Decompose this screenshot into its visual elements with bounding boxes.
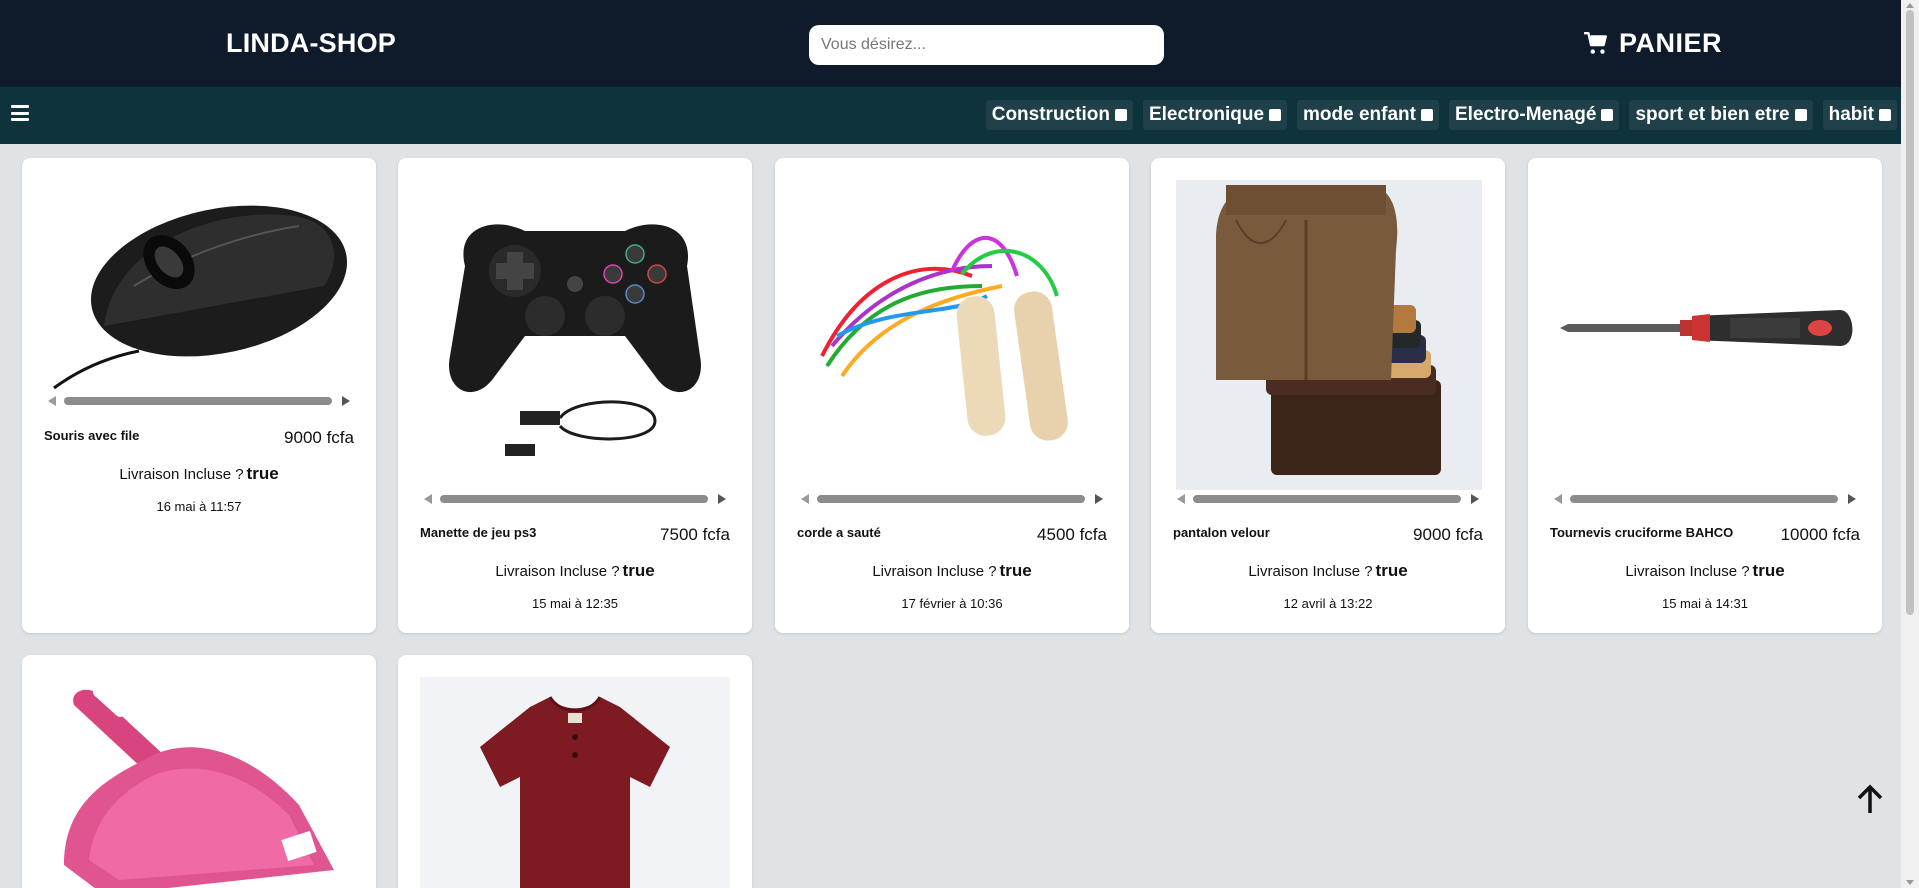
- category-electro-menage[interactable]: Electro-Menagé: [1448, 100, 1620, 130]
- corduroy-pants-image[interactable]: [1176, 180, 1482, 490]
- delivery-label: Livraison Incluse ?: [1625, 563, 1750, 580]
- product-price: 7500 fcfa: [660, 525, 730, 544]
- delivery-value: true: [246, 464, 279, 483]
- category-mode-enfant[interactable]: mode enfant: [1297, 100, 1439, 130]
- scroll-down-arrow[interactable]: [1906, 880, 1914, 885]
- scroll-to-top-button[interactable]: [1856, 783, 1884, 815]
- delivery-info: Livraison Incluse ? true: [1528, 561, 1882, 581]
- category-checkbox[interactable]: [1269, 109, 1282, 121]
- category-label: Construction: [991, 104, 1110, 125]
- image-scrollbar[interactable]: [48, 394, 350, 408]
- image-scrollbar[interactable]: [424, 492, 726, 506]
- category-checkbox[interactable]: [1879, 109, 1891, 121]
- product-card[interactable]: Tournevis cruciforme BAHCO 10000 fcfa Li…: [1528, 158, 1882, 633]
- mouse-image[interactable]: [44, 176, 354, 551]
- delivery-value: true: [999, 561, 1032, 580]
- product-price: 4500 fcfa: [1037, 525, 1107, 544]
- product-card[interactable]: [398, 655, 752, 888]
- page-scrollbar[interactable]: [1901, 0, 1919, 888]
- category-label: habit: [1828, 104, 1874, 125]
- category-electronique[interactable]: Electronique: [1142, 100, 1288, 130]
- product-date: 15 mai à 14:31: [1661, 596, 1748, 611]
- category-construction[interactable]: Construction: [985, 100, 1133, 130]
- jump-rope-image[interactable]: [797, 176, 1107, 476]
- image-scrollbar[interactable]: [1554, 492, 1856, 506]
- delivery-value: true: [1375, 561, 1408, 580]
- top-header: LINDA-SHOP PANIER: [0, 0, 1901, 87]
- category-habit[interactable]: habit: [1822, 100, 1897, 130]
- cart-icon: [1584, 31, 1607, 54]
- category-label: Electronique: [1148, 104, 1265, 125]
- category-checkbox[interactable]: [1794, 109, 1807, 121]
- category-bar: Construction Electronique mode enfant El…: [0, 87, 1901, 144]
- product-card[interactable]: corde a sauté 4500 fcfa Livraison Inclus…: [775, 158, 1129, 633]
- product-price: 9000 fcfa: [1413, 525, 1483, 544]
- product-card[interactable]: Souris avec file 9000 fcfa Livraison Inc…: [22, 158, 376, 633]
- image-scrollbar[interactable]: [801, 492, 1103, 506]
- image-scrollbar[interactable]: [1177, 492, 1479, 506]
- product-price: 9000 fcfa: [284, 428, 354, 447]
- cart-button[interactable]: PANIER: [1583, 28, 1722, 59]
- red-shirt-image[interactable]: [420, 677, 730, 888]
- category-label: sport et bien etre: [1635, 104, 1790, 125]
- category-checkbox[interactable]: [1114, 109, 1127, 121]
- delivery-value: true: [622, 561, 655, 580]
- delivery-label: Livraison Incluse ?: [495, 563, 620, 580]
- delivery-info: Livraison Incluse ? true: [1151, 561, 1505, 581]
- product-name: corde a sauté: [797, 525, 881, 540]
- delivery-info: Livraison Incluse ? true: [398, 561, 752, 581]
- arrow-up-icon: [1857, 784, 1883, 813]
- product-name: Tournevis cruciforme BAHCO: [1550, 525, 1734, 540]
- delivery-label: Livraison Incluse ?: [872, 563, 997, 580]
- category-checkbox[interactable]: [1420, 109, 1433, 121]
- brand-logo[interactable]: LINDA-SHOP: [226, 28, 396, 59]
- delivery-info: Livraison Incluse ? true: [775, 561, 1129, 581]
- category-sport[interactable]: sport et bien etre: [1629, 100, 1813, 130]
- scroll-up-arrow[interactable]: [1906, 3, 1914, 8]
- category-checkbox[interactable]: [1601, 109, 1614, 121]
- product-card[interactable]: Manette de jeu ps3 7500 fcfa Livraison I…: [398, 158, 752, 633]
- product-card[interactable]: pantalon velour 9000 fcfa Livraison Incl…: [1151, 158, 1505, 633]
- screwdriver-image[interactable]: [1550, 176, 1860, 476]
- delivery-info: Livraison Incluse ? true: [22, 464, 376, 484]
- gamepad-image[interactable]: [420, 176, 730, 476]
- cart-label: PANIER: [1619, 28, 1723, 58]
- category-label: mode enfant: [1303, 104, 1416, 125]
- product-price: 10000 fcfa: [1780, 525, 1860, 544]
- product-name: pantalon velour: [1173, 525, 1270, 540]
- dustpan-image[interactable]: [44, 685, 354, 888]
- search-input[interactable]: [809, 25, 1164, 65]
- category-filters: Construction Electronique mode enfant El…: [985, 100, 1897, 130]
- product-name: Souris avec file: [44, 428, 140, 443]
- menu-icon[interactable]: [11, 105, 29, 121]
- delivery-label: Livraison Incluse ?: [119, 466, 244, 483]
- product-name: Manette de jeu ps3: [420, 525, 537, 540]
- product-date: 16 mai à 11:57: [156, 499, 242, 514]
- product-date: 12 avril à 13:22: [1283, 596, 1373, 611]
- delivery-label: Livraison Incluse ?: [1248, 563, 1373, 580]
- product-date: 15 mai à 12:35: [531, 596, 618, 611]
- product-date: 17 février à 10:36: [901, 596, 1003, 611]
- category-label: Electro-Menagé: [1454, 104, 1597, 125]
- delivery-value: true: [1752, 561, 1785, 580]
- product-card[interactable]: [22, 655, 376, 888]
- scrollbar-thumb[interactable]: [1906, 10, 1914, 615]
